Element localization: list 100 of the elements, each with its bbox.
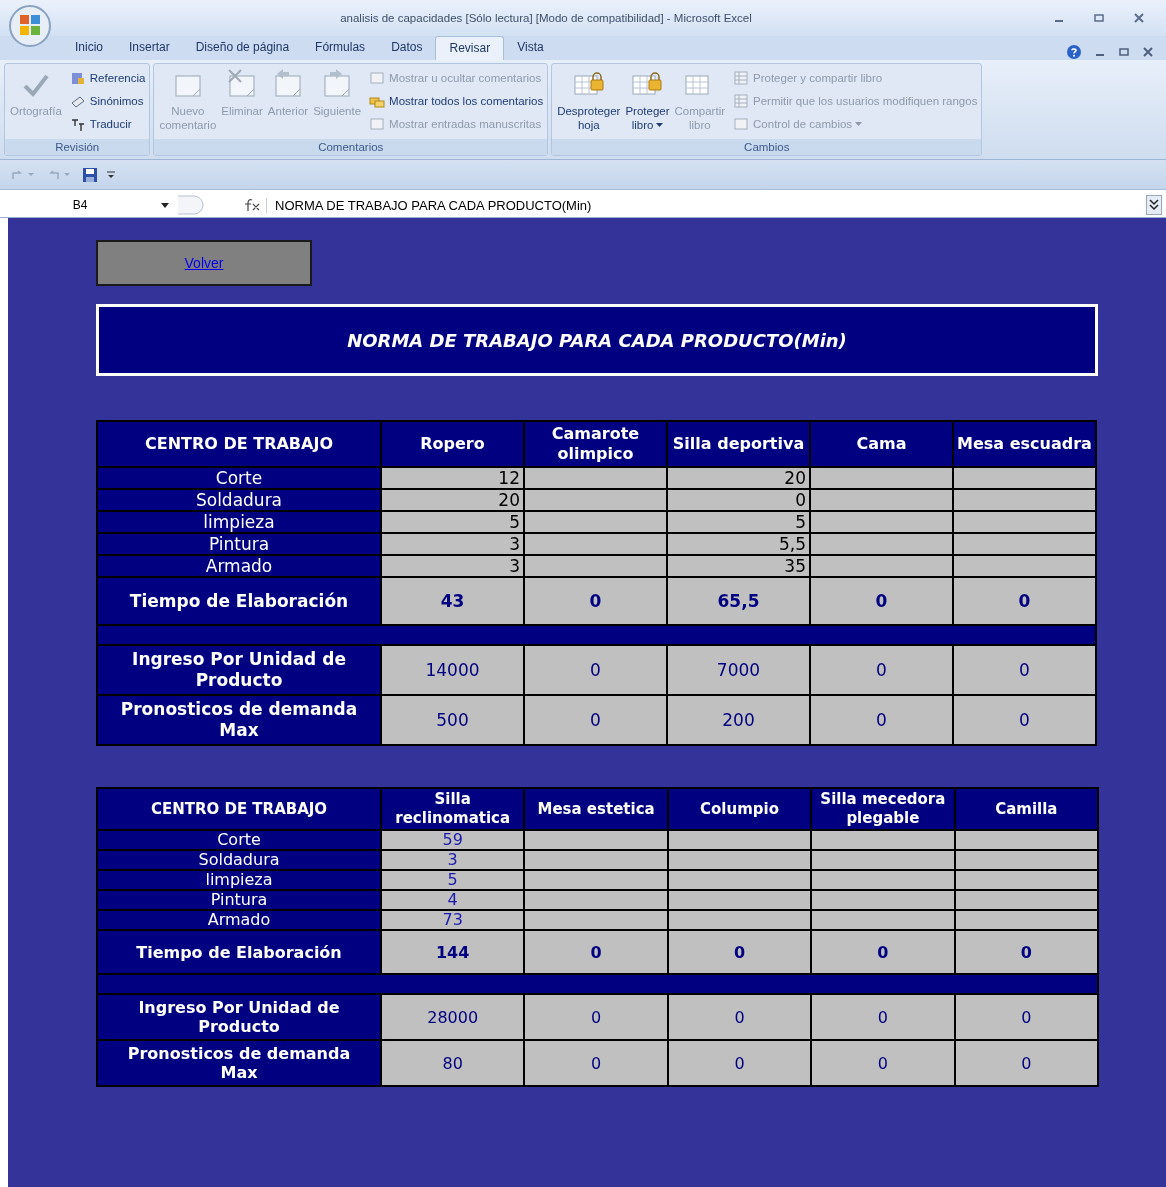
window-title: analisis de capacidades [Sólo lectura] [Modo de compatibilidad] - Microsoft Excel — [339, 12, 753, 24]
table-cell: 43 — [381, 577, 524, 625]
caret-icon — [855, 122, 863, 128]
row-label: Corte — [97, 830, 381, 850]
ribbon-tab[interactable]: Revisar — [435, 36, 505, 60]
column-header: Mesa estetica — [524, 788, 668, 830]
column-header: Silla deportiva — [667, 421, 810, 467]
maximize-icon[interactable] — [1092, 11, 1106, 25]
ribbon-tab[interactable]: Diseño de página — [182, 36, 303, 60]
column-header: Ropero — [381, 421, 524, 467]
table-cell: 0 — [810, 577, 953, 625]
ribbon-button[interactable]: Referencia — [69, 70, 146, 86]
row-label: Corte — [97, 467, 381, 489]
table-cell: 0 — [811, 994, 955, 1040]
table-cell: 0 — [811, 1040, 955, 1086]
customize-icon[interactable] — [106, 168, 116, 181]
table-cell: 0 — [810, 645, 953, 695]
restore-icon[interactable] — [1118, 46, 1130, 58]
ribbon-tab[interactable]: Insertar — [116, 36, 183, 60]
column-header: Columpio — [667, 788, 812, 830]
table-cell: 28000 — [381, 994, 525, 1040]
table-cell: 0 — [667, 930, 812, 974]
row-label: Pronosticos de demanda Max — [97, 1040, 381, 1086]
table-cell: 0 — [667, 994, 812, 1040]
column-header: Silla mecedora plegable — [811, 788, 955, 830]
table-cell: 0 — [811, 930, 955, 974]
table-cell: 0 — [524, 645, 667, 695]
name-box[interactable]: B4 — [0, 198, 160, 212]
sheet-icon — [733, 93, 750, 109]
ribbon-tab[interactable]: Datos — [378, 36, 436, 60]
sheet-banner: NORMA DE TRABAJO PARA CADA PRODUCTO(Min) — [96, 304, 1098, 376]
table-cell: 65,5 — [667, 577, 810, 625]
ribbon-tab[interactable]: Fórmulas — [302, 36, 379, 60]
table-cell: 20 — [381, 489, 524, 511]
column-header: Camarote olimpico — [524, 421, 667, 467]
table-cell: 3 — [381, 555, 524, 577]
table-cell: 0 — [524, 994, 668, 1040]
group-label: Revisión — [5, 139, 150, 155]
row-label: Pronosticos de demanda Max — [97, 695, 381, 745]
table-cell: 0 — [667, 1040, 812, 1086]
table-cell: 0 — [954, 994, 1098, 1040]
ribbon-button[interactable]: Traducir — [69, 116, 146, 132]
table-cell: 5 — [381, 511, 524, 533]
ribbon-tab[interactable]: Vista — [504, 36, 557, 60]
close-icon[interactable] — [1142, 46, 1154, 58]
table-cell: 5,5 — [667, 533, 810, 555]
row-label: Tiempo de Elaboración — [97, 577, 381, 625]
column-header: Mesa escuadra — [953, 421, 1096, 467]
table-cell: 14000 — [381, 645, 524, 695]
table-cell: 3 — [381, 533, 524, 555]
table-cell: 5 — [667, 511, 810, 533]
column-header: Camilla — [954, 788, 1098, 830]
translate-icon — [69, 116, 86, 132]
table-cell: 80 — [381, 1040, 525, 1086]
ribbon-button[interactable]: Sinónimos — [69, 93, 146, 109]
row-label: Pintura — [97, 890, 381, 910]
column-header: Cama — [810, 421, 953, 467]
row-label: Pintura — [97, 533, 381, 555]
group-label: Comentarios — [154, 139, 548, 155]
ribbon-tab[interactable]: Inicio — [62, 36, 116, 60]
ribbon-button[interactable]: Desproteger hoja — [556, 66, 622, 134]
expand-icon[interactable] — [1146, 195, 1162, 215]
table-cell: 7000 — [667, 645, 810, 695]
ribbon-button[interactable]: Proteger libro — [624, 66, 671, 134]
row-label: Soldadura — [97, 850, 381, 870]
sheet-icon — [733, 70, 750, 86]
row-label: limpieza — [97, 870, 381, 890]
column-header: Silla reclinomatica — [381, 788, 525, 830]
row-label: Ingreso Por Unidad de Producto — [97, 645, 381, 695]
table-cell: 0 — [667, 489, 810, 511]
close-icon[interactable] — [1132, 11, 1146, 25]
column-header: CENTRO DE TRABAJO — [97, 421, 381, 467]
row-label: Tiempo de Elaboración — [97, 930, 381, 974]
table-cell: 0 — [953, 645, 1096, 695]
table-cell: 0 — [954, 930, 1098, 974]
ribbon-button[interactable]: Mostrar todos los comentarios — [369, 93, 544, 109]
table-cell: 20 — [667, 467, 810, 489]
table-cell: 35 — [667, 555, 810, 577]
table-cell: 12 — [381, 467, 524, 489]
column-header: CENTRO DE TRABAJO — [97, 788, 381, 830]
group-label: Cambios — [552, 139, 982, 155]
row-label: Soldadura — [97, 489, 381, 511]
table-cell: 144 — [381, 930, 525, 974]
dropdown-icon[interactable] — [160, 201, 170, 209]
save-icon[interactable] — [82, 166, 98, 183]
table-cell: 0 — [953, 695, 1096, 745]
row-label: Armado — [97, 910, 381, 930]
row-label: Armado — [97, 555, 381, 577]
row-label: limpieza — [97, 511, 381, 533]
caret-icon — [656, 123, 664, 129]
row-label: Ingreso Por Unidad de Producto — [97, 994, 381, 1040]
table-cell: 0 — [810, 695, 953, 745]
help-icon[interactable] — [1066, 44, 1082, 60]
table-cell: 500 — [381, 695, 524, 745]
table-cell: 200 — [667, 695, 810, 745]
table-cell: 0 — [524, 577, 667, 625]
table-cell: 0 — [524, 695, 667, 745]
table-cell: 0 — [954, 1040, 1098, 1086]
table-cell: 0 — [524, 930, 668, 974]
table-cell: 0 — [524, 1040, 668, 1086]
